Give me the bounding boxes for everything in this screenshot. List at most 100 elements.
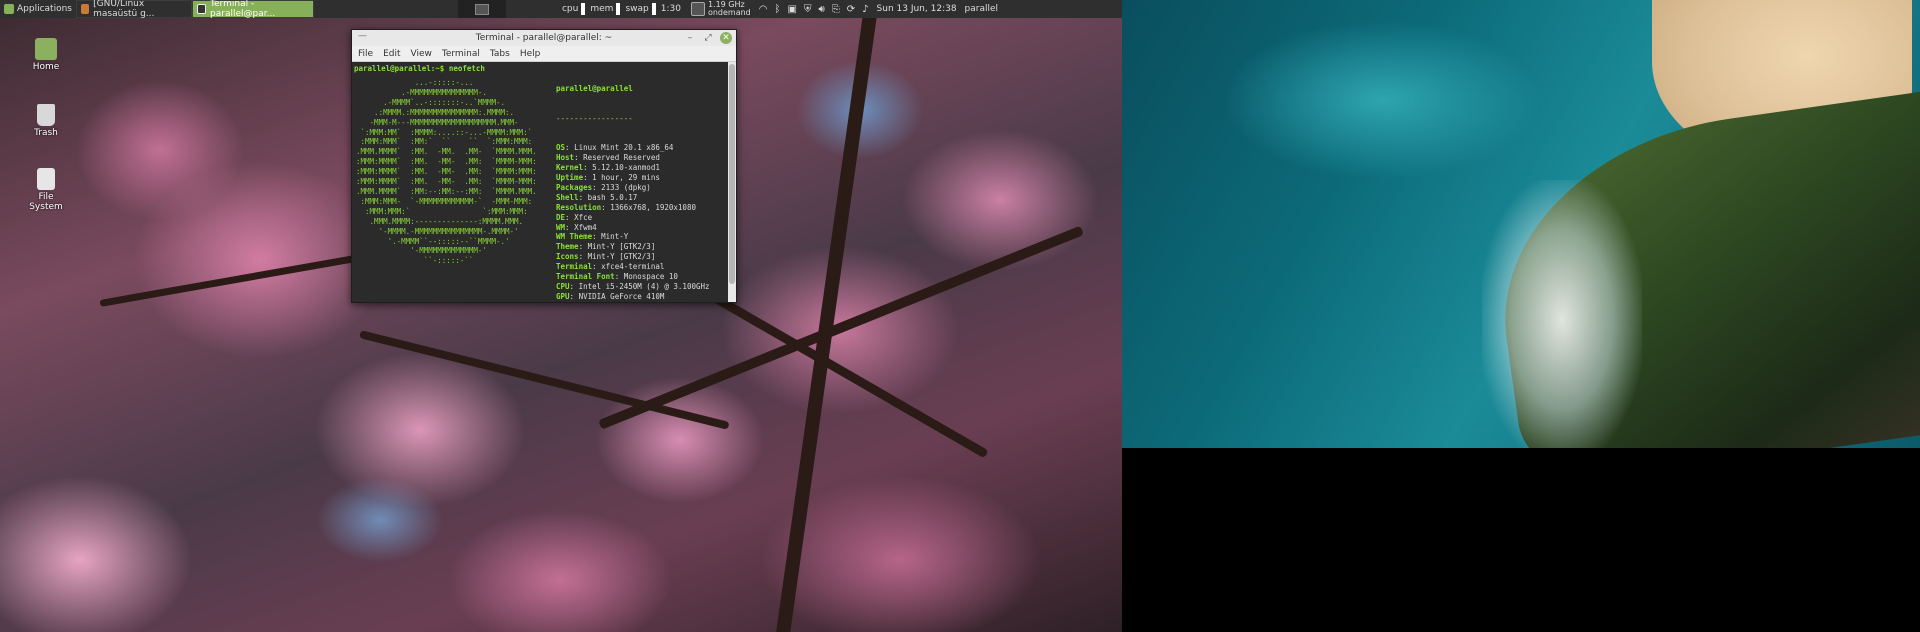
- maximize-icon[interactable]: ⤢: [702, 32, 714, 44]
- neofetch-colon: :: [565, 212, 575, 222]
- neofetch-line: Kernel: 5.12.10-xanmod1: [556, 163, 710, 173]
- neofetch-line: WM Theme: Mint-Y: [556, 232, 710, 242]
- neofetch-colon: :: [583, 172, 593, 182]
- terminal-window[interactable]: — Terminal - parallel@parallel: ~ – ⤢ ✕ …: [351, 29, 737, 303]
- neofetch-key: DE: [556, 212, 566, 222]
- terminal-output[interactable]: parallel@parallel:~$ neofetch ...-:::::-…: [352, 62, 728, 302]
- neofetch-key: Host: [556, 153, 575, 163]
- shield-icon[interactable]: ⛨: [804, 4, 812, 15]
- user-name: parallel: [964, 4, 999, 14]
- menu-view[interactable]: View: [411, 49, 432, 59]
- neofetch-userhost: parallel@parallel: [556, 83, 633, 93]
- neofetch-key: Shell: [556, 192, 579, 202]
- taskbar-item-label: Terminal - parallel@par...: [210, 0, 276, 19]
- close-icon[interactable]: ✕: [720, 32, 732, 44]
- clipboard-icon[interactable]: ⎘: [832, 4, 840, 15]
- bluetooth-icon[interactable]: ᛒ: [774, 4, 780, 15]
- terminal-menubar: File Edit View Terminal Tabs Help: [352, 46, 736, 62]
- neofetch-line: Uptime: 1 hour, 29 mins: [556, 173, 710, 183]
- taskbar-item-label: [GNU/Linux masaüstü g...: [93, 0, 155, 19]
- neofetch-value: 5.12.10-xanmod1: [592, 163, 660, 173]
- ascii-logo-line: .MMM.MMMM:--------------:MMMM.MMM.: [356, 216, 524, 226]
- taskbar-item-terminal[interactable]: Terminal - parallel@par...: [191, 0, 314, 19]
- menu-help[interactable]: Help: [520, 49, 541, 59]
- neofetch-key: Terminal Font: [556, 272, 615, 282]
- workspace-switcher[interactable]: [457, 0, 506, 18]
- wallpaper-shallow-water: [1222, 20, 1542, 180]
- cpu-governor: ondemand: [707, 8, 751, 17]
- desktop-icon-label: Home: [32, 62, 60, 72]
- swap-label: swap: [625, 4, 649, 14]
- neofetch-colon: :: [578, 252, 588, 262]
- system-load-monitor[interactable]: cpu mem swap 1:30: [556, 0, 687, 18]
- neofetch-line: OS: Linux Mint 20.1 x86_64: [556, 143, 710, 153]
- neofetch-colon: :: [565, 143, 575, 153]
- desktop-icon-label: Trash: [34, 128, 58, 138]
- clock[interactable]: Sun 13 Jun, 12:38: [873, 0, 961, 18]
- neofetch-colon: :: [565, 222, 575, 232]
- neofetch-line: DE: Xfce: [556, 213, 710, 223]
- applications-menu-button[interactable]: Applications: [0, 0, 76, 18]
- menu-file[interactable]: File: [358, 49, 373, 59]
- ascii-logo-line: :MMM:MMMM` :MM. -MM- .MM: `MMMM-MMM:: [356, 177, 537, 187]
- neofetch-value: bash 5.0.17: [587, 192, 638, 202]
- neofetch-separator: -----------------: [556, 113, 633, 123]
- cpu-frequency-plugin[interactable]: 1.19 GHz ondemand: [687, 0, 755, 18]
- neofetch-value: Mint-Y: [601, 232, 629, 242]
- menu-tabs[interactable]: Tabs: [490, 49, 510, 59]
- neofetch-value: Reserved Reserved: [583, 153, 660, 163]
- desktop-icon-filesystem[interactable]: File System: [22, 168, 70, 212]
- desktop-icon-home[interactable]: Home: [22, 38, 70, 72]
- terminal-scrollbar[interactable]: [728, 62, 736, 302]
- updates-icon[interactable]: ⟳: [847, 4, 855, 15]
- menu-terminal[interactable]: Terminal: [442, 49, 480, 59]
- neofetch-line: Host: Reserved Reserved: [556, 153, 710, 163]
- system-tray: ◠ ᛒ ▣ ⛨ 🔊︎ ⎘ ⟳ ♪: [755, 4, 873, 15]
- minimize-icon[interactable]: –: [684, 32, 696, 44]
- neofetch-key: OS: [556, 143, 566, 153]
- neofetch-colon: :: [583, 163, 593, 173]
- neofetch-key: Uptime: [556, 172, 584, 182]
- neofetch-line: GPU: NVIDIA GeForce 410M: [556, 292, 710, 302]
- uptime-label: 1:30: [660, 4, 681, 14]
- neofetch-value: Xfce: [574, 212, 593, 222]
- wifi-icon[interactable]: ◠: [759, 4, 768, 15]
- window-menu-icon[interactable]: —: [358, 31, 367, 41]
- neofetch-value: 2133 (dpkg): [601, 182, 651, 192]
- neofetch-line: Icons: Mint-Y [GTK2/3]: [556, 252, 710, 262]
- ascii-logo-line: :MMM:MMM` :MM:` `` `` `:MMM:MMM:: [356, 137, 533, 147]
- mem-bar: [616, 3, 621, 15]
- ascii-logo-line: `:MMM:MM` :MMMM:....::-...-MMMM:MMM:`: [356, 127, 533, 137]
- neofetch-colon: :: [578, 242, 588, 252]
- neofetch-line: Theme: Mint-Y [GTK2/3]: [556, 242, 710, 252]
- neofetch-key: WM: [556, 222, 566, 232]
- notifications-icon[interactable]: ♪: [862, 4, 868, 15]
- desktop-icon-trash[interactable]: Trash: [22, 104, 70, 138]
- terminal-titlebar[interactable]: — Terminal - parallel@parallel: ~ – ⤢ ✕: [352, 30, 736, 46]
- user-menu[interactable]: parallel: [961, 0, 1002, 18]
- neofetch-value: xfce4-terminal: [601, 262, 665, 272]
- keyboard-layout-icon[interactable]: ▣: [787, 4, 796, 15]
- neofetch-colon: :: [578, 192, 588, 202]
- trash-icon: [37, 104, 55, 126]
- terminal-icon: [196, 4, 207, 14]
- mint-ascii-logo: ...-:::::-... .-MMMMMMMMMMMMMMM-. .-MMMM…: [356, 78, 537, 266]
- ascii-logo-line: .MMM.MMMM` :MM. -MM. .MM- `MMMM.MMM.: [356, 147, 537, 157]
- menu-edit[interactable]: Edit: [383, 49, 400, 59]
- neofetch-value: Monospace 10: [623, 272, 678, 282]
- clock-text: Sun 13 Jun, 12:38: [876, 4, 957, 14]
- mint-logo-icon: [4, 4, 14, 14]
- scrollbar-thumb[interactable]: [729, 64, 735, 284]
- volume-icon[interactable]: 🔊︎: [818, 4, 824, 15]
- workspace-1[interactable]: [474, 3, 489, 15]
- neofetch-key: Packages: [556, 182, 593, 192]
- neofetch-key: WM Theme: [556, 232, 593, 242]
- top-panel: Applications [GNU/Linux masaüstü g... Te…: [0, 0, 1122, 19]
- neofetch-value: Intel i5-2450M (4) @ 3.100GHz: [578, 281, 710, 291]
- mem-label: mem: [590, 4, 614, 14]
- neofetch-colon: :: [592, 182, 602, 192]
- taskbar-item-browser[interactable]: [GNU/Linux masaüstü g...: [75, 0, 192, 19]
- ascii-logo-line: :MMM:MMMM` :MM. -MM- .MM: `MMMM:MMM:: [356, 167, 537, 177]
- desktop-icon-label: File System: [29, 192, 63, 212]
- neofetch-line: Terminal Font: Monospace 10: [556, 272, 710, 282]
